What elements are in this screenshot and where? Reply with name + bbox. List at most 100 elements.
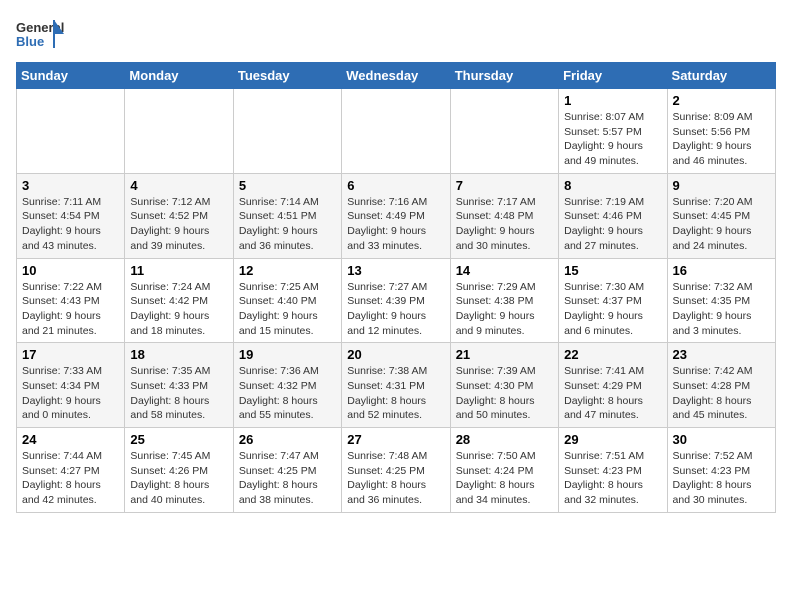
day-number: 1 xyxy=(564,93,661,108)
day-detail: Sunrise: 8:09 AM Sunset: 5:56 PM Dayligh… xyxy=(673,110,770,169)
day-detail: Sunrise: 7:33 AM Sunset: 4:34 PM Dayligh… xyxy=(22,364,119,423)
day-number: 18 xyxy=(130,347,227,362)
day-number: 4 xyxy=(130,178,227,193)
calendar-cell: 19 Sunrise: 7:36 AM Sunset: 4:32 PM Dayli… xyxy=(233,343,341,428)
calendar-cell: 17 Sunrise: 7:33 AM Sunset: 4:34 PM Dayli… xyxy=(17,343,125,428)
weekday-header-friday: Friday xyxy=(559,63,667,89)
calendar-cell: 2 Sunrise: 8:09 AM Sunset: 5:56 PM Daylig… xyxy=(667,89,775,174)
weekday-header-row: SundayMondayTuesdayWednesdayThursdayFrid… xyxy=(17,63,776,89)
calendar-cell: 10Sunrise: 7:22 AM Sunset: 4:43 PM Dayli… xyxy=(17,258,125,343)
day-detail: Sunrise: 7:44 AM Sunset: 4:27 PM Dayligh… xyxy=(22,449,119,508)
day-detail: Sunrise: 7:14 AM Sunset: 4:51 PM Dayligh… xyxy=(239,195,336,254)
calendar-cell: 8 Sunrise: 7:19 AM Sunset: 4:46 PM Daylig… xyxy=(559,173,667,258)
day-number: 11 xyxy=(130,263,227,278)
day-number: 3 xyxy=(22,178,119,193)
day-number: 22 xyxy=(564,347,661,362)
calendar-week-5: 24Sunrise: 7:44 AM Sunset: 4:27 PM Dayli… xyxy=(17,428,776,513)
day-number: 27 xyxy=(347,432,444,447)
day-number: 16 xyxy=(673,263,770,278)
day-detail: Sunrise: 7:36 AM Sunset: 4:32 PM Dayligh… xyxy=(239,364,336,423)
calendar-cell: 7 Sunrise: 7:17 AM Sunset: 4:48 PM Daylig… xyxy=(450,173,558,258)
day-number: 10 xyxy=(22,263,119,278)
day-number: 12 xyxy=(239,263,336,278)
day-number: 21 xyxy=(456,347,553,362)
day-number: 5 xyxy=(239,178,336,193)
weekday-header-monday: Monday xyxy=(125,63,233,89)
calendar-week-1: 1 Sunrise: 8:07 AM Sunset: 5:57 PM Daylig… xyxy=(17,89,776,174)
day-detail: Sunrise: 7:45 AM Sunset: 4:26 PM Dayligh… xyxy=(130,449,227,508)
day-number: 2 xyxy=(673,93,770,108)
day-detail: Sunrise: 7:17 AM Sunset: 4:48 PM Dayligh… xyxy=(456,195,553,254)
day-detail: Sunrise: 7:27 AM Sunset: 4:39 PM Dayligh… xyxy=(347,280,444,339)
day-detail: Sunrise: 7:19 AM Sunset: 4:46 PM Dayligh… xyxy=(564,195,661,254)
calendar-cell: 22 Sunrise: 7:41 AM Sunset: 4:29 PM Dayli… xyxy=(559,343,667,428)
logo-svg: General Blue xyxy=(16,16,66,58)
day-detail: Sunrise: 7:16 AM Sunset: 4:49 PM Dayligh… xyxy=(347,195,444,254)
day-detail: Sunrise: 7:32 AM Sunset: 4:35 PM Dayligh… xyxy=(673,280,770,339)
calendar-week-3: 10Sunrise: 7:22 AM Sunset: 4:43 PM Dayli… xyxy=(17,258,776,343)
calendar-cell: 14Sunrise: 7:29 AM Sunset: 4:38 PM Dayli… xyxy=(450,258,558,343)
day-detail: Sunrise: 7:25 AM Sunset: 4:40 PM Dayligh… xyxy=(239,280,336,339)
calendar-cell: 6 Sunrise: 7:16 AM Sunset: 4:49 PM Daylig… xyxy=(342,173,450,258)
calendar-cell: 5 Sunrise: 7:14 AM Sunset: 4:51 PM Daylig… xyxy=(233,173,341,258)
logo: General Blue xyxy=(16,16,66,58)
calendar-cell: 9Sunrise: 7:20 AM Sunset: 4:45 PM Daylig… xyxy=(667,173,775,258)
weekday-header-thursday: Thursday xyxy=(450,63,558,89)
day-number: 20 xyxy=(347,347,444,362)
calendar-cell xyxy=(450,89,558,174)
calendar-cell: 27 Sunrise: 7:48 AM Sunset: 4:25 PM Dayli… xyxy=(342,428,450,513)
calendar-table: SundayMondayTuesdayWednesdayThursdayFrid… xyxy=(16,62,776,513)
day-number: 7 xyxy=(456,178,553,193)
day-detail: Sunrise: 8:07 AM Sunset: 5:57 PM Dayligh… xyxy=(564,110,661,169)
day-number: 8 xyxy=(564,178,661,193)
day-detail: Sunrise: 7:48 AM Sunset: 4:25 PM Dayligh… xyxy=(347,449,444,508)
calendar-cell: 16 Sunrise: 7:32 AM Sunset: 4:35 PM Dayli… xyxy=(667,258,775,343)
day-detail: Sunrise: 7:51 AM Sunset: 4:23 PM Dayligh… xyxy=(564,449,661,508)
day-number: 28 xyxy=(456,432,553,447)
day-number: 23 xyxy=(673,347,770,362)
weekday-header-tuesday: Tuesday xyxy=(233,63,341,89)
day-number: 9 xyxy=(673,178,770,193)
svg-text:Blue: Blue xyxy=(16,34,44,49)
weekday-header-sunday: Sunday xyxy=(17,63,125,89)
calendar-week-4: 17 Sunrise: 7:33 AM Sunset: 4:34 PM Dayli… xyxy=(17,343,776,428)
calendar-cell: 25Sunrise: 7:45 AM Sunset: 4:26 PM Dayli… xyxy=(125,428,233,513)
day-number: 6 xyxy=(347,178,444,193)
day-number: 19 xyxy=(239,347,336,362)
day-detail: Sunrise: 7:42 AM Sunset: 4:28 PM Dayligh… xyxy=(673,364,770,423)
calendar-cell: 3 Sunrise: 7:11 AM Sunset: 4:54 PM Daylig… xyxy=(17,173,125,258)
weekday-header-wednesday: Wednesday xyxy=(342,63,450,89)
day-number: 17 xyxy=(22,347,119,362)
day-number: 29 xyxy=(564,432,661,447)
calendar-cell: 28 Sunrise: 7:50 AM Sunset: 4:24 PM Dayli… xyxy=(450,428,558,513)
calendar-cell: 15 Sunrise: 7:30 AM Sunset: 4:37 PM Dayli… xyxy=(559,258,667,343)
day-detail: Sunrise: 7:39 AM Sunset: 4:30 PM Dayligh… xyxy=(456,364,553,423)
header: General Blue xyxy=(16,16,776,58)
day-number: 26 xyxy=(239,432,336,447)
calendar-cell: 24Sunrise: 7:44 AM Sunset: 4:27 PM Dayli… xyxy=(17,428,125,513)
day-detail: Sunrise: 7:41 AM Sunset: 4:29 PM Dayligh… xyxy=(564,364,661,423)
calendar-cell: 20 Sunrise: 7:38 AM Sunset: 4:31 PM Dayli… xyxy=(342,343,450,428)
day-detail: Sunrise: 7:12 AM Sunset: 4:52 PM Dayligh… xyxy=(130,195,227,254)
day-detail: Sunrise: 7:47 AM Sunset: 4:25 PM Dayligh… xyxy=(239,449,336,508)
day-number: 15 xyxy=(564,263,661,278)
day-detail: Sunrise: 7:35 AM Sunset: 4:33 PM Dayligh… xyxy=(130,364,227,423)
calendar-cell: 26 Sunrise: 7:47 AM Sunset: 4:25 PM Dayli… xyxy=(233,428,341,513)
calendar-cell: 4 Sunrise: 7:12 AM Sunset: 4:52 PM Daylig… xyxy=(125,173,233,258)
calendar-cell: 30 Sunrise: 7:52 AM Sunset: 4:23 PM Dayli… xyxy=(667,428,775,513)
calendar-cell: 13 Sunrise: 7:27 AM Sunset: 4:39 PM Dayli… xyxy=(342,258,450,343)
weekday-header-saturday: Saturday xyxy=(667,63,775,89)
calendar-cell: 12 Sunrise: 7:25 AM Sunset: 4:40 PM Dayli… xyxy=(233,258,341,343)
day-detail: Sunrise: 7:30 AM Sunset: 4:37 PM Dayligh… xyxy=(564,280,661,339)
day-detail: Sunrise: 7:24 AM Sunset: 4:42 PM Dayligh… xyxy=(130,280,227,339)
calendar-cell: 29 Sunrise: 7:51 AM Sunset: 4:23 PM Dayli… xyxy=(559,428,667,513)
day-detail: Sunrise: 7:38 AM Sunset: 4:31 PM Dayligh… xyxy=(347,364,444,423)
day-detail: Sunrise: 7:50 AM Sunset: 4:24 PM Dayligh… xyxy=(456,449,553,508)
calendar-cell xyxy=(342,89,450,174)
day-detail: Sunrise: 7:11 AM Sunset: 4:54 PM Dayligh… xyxy=(22,195,119,254)
day-detail: Sunrise: 7:52 AM Sunset: 4:23 PM Dayligh… xyxy=(673,449,770,508)
calendar-cell: 11 Sunrise: 7:24 AM Sunset: 4:42 PM Dayli… xyxy=(125,258,233,343)
day-number: 30 xyxy=(673,432,770,447)
day-number: 13 xyxy=(347,263,444,278)
calendar-cell xyxy=(233,89,341,174)
